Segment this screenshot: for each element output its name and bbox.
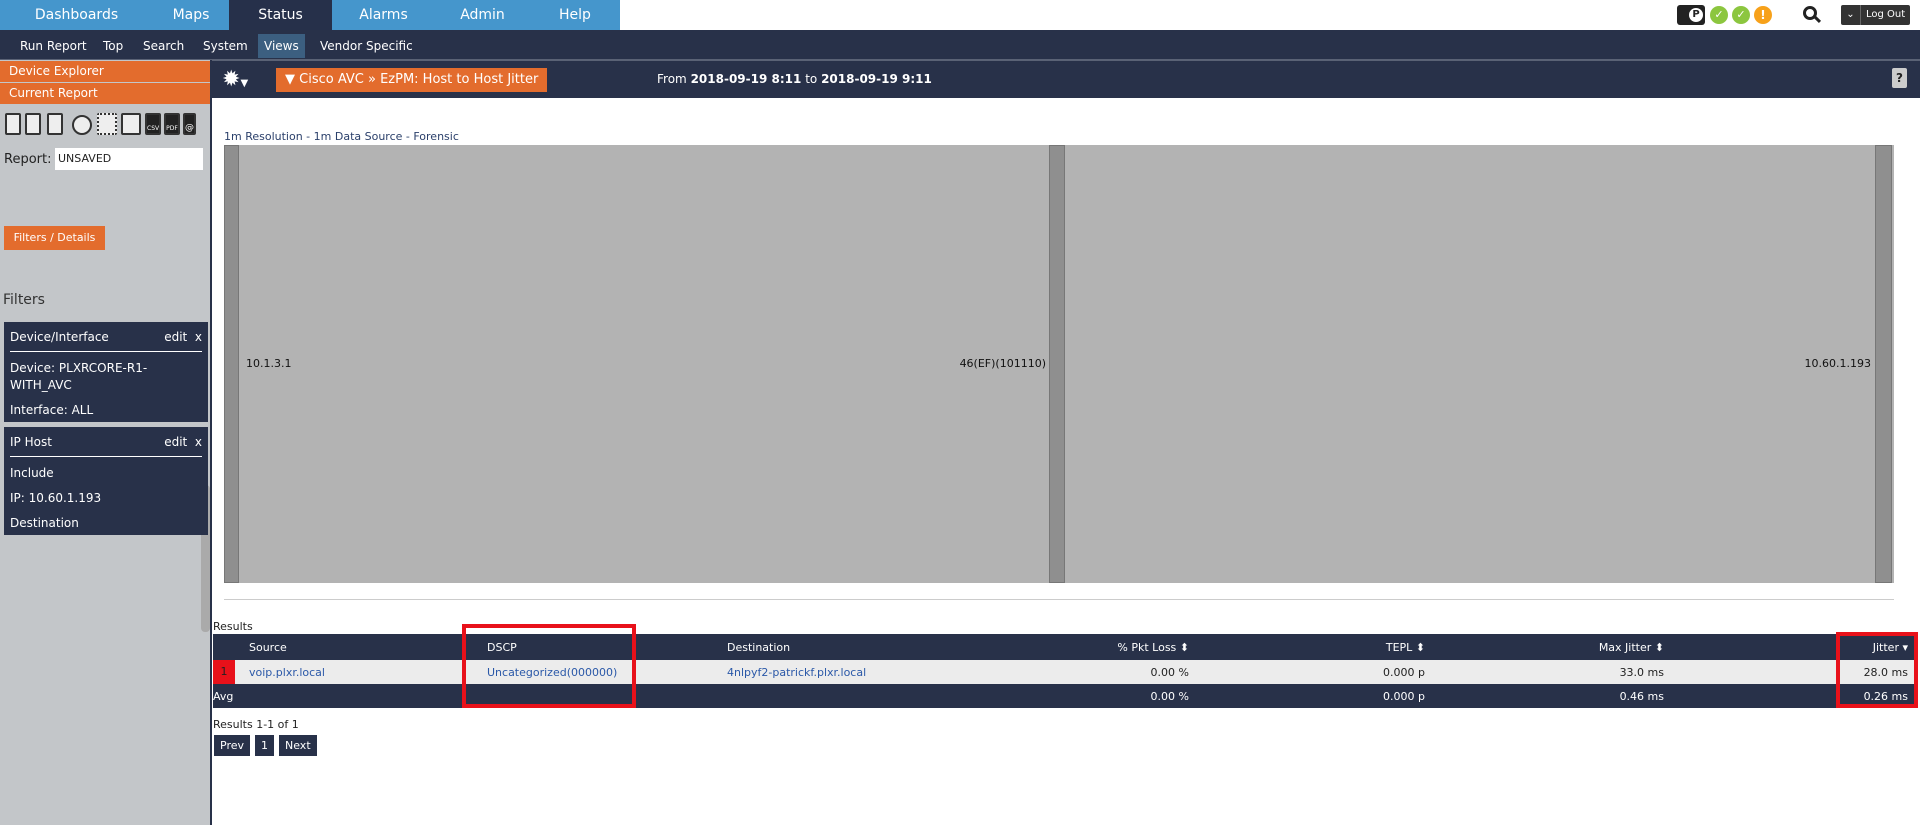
remove-filter-button[interactable]: x xyxy=(195,435,202,449)
subnav-system[interactable]: System xyxy=(197,34,254,58)
email-icon[interactable]: @ xyxy=(183,113,196,135)
avg-pkt-loss: 0.00 % xyxy=(977,684,1197,708)
subnav-views[interactable]: Views xyxy=(258,34,305,58)
filter-line: IP: 10.60.1.193 xyxy=(10,491,102,505)
page-1-button[interactable]: 1 xyxy=(255,735,274,756)
destination-node-bar[interactable] xyxy=(1875,145,1892,583)
avg-max-jitter: 0.46 ms xyxy=(1433,684,1672,708)
jitter-highlight-box xyxy=(1836,632,1918,708)
edit-filter-link[interactable]: edit xyxy=(164,330,187,344)
filter-line: Include xyxy=(10,466,54,480)
chevron-down-icon: ⌄ xyxy=(1841,5,1861,25)
check-status-icon[interactable]: ✓ xyxy=(1710,6,1728,24)
device-explorer-link[interactable]: Device Explorer xyxy=(0,61,210,82)
divider xyxy=(224,599,1894,600)
clock-icon[interactable] xyxy=(72,115,92,135)
layout-icon[interactable] xyxy=(97,113,117,135)
print-icon[interactable] xyxy=(121,113,141,135)
tab-dashboards[interactable]: Dashboards xyxy=(0,0,153,30)
report-header: ✹▼ ▼ Cisco AVC » EzPM: Host to Host Jitt… xyxy=(212,60,1920,98)
tepl-value: 0.000 p xyxy=(1197,660,1433,684)
check-status-icon[interactable]: ✓ xyxy=(1732,6,1750,24)
destination-link[interactable]: 4nlpyf2-patrickf.plxr.local xyxy=(727,660,977,684)
tab-help[interactable]: Help xyxy=(530,0,620,30)
sub-nav: Run Report Top Search System Views Vendo… xyxy=(0,30,1920,60)
next-page-button[interactable]: Next xyxy=(279,735,317,756)
top-nav: Dashboards Maps Status Alarms Admin Help… xyxy=(0,0,1920,30)
filter-device-interface: Device/Interface edit x Device: PLXRCORE-… xyxy=(4,322,208,422)
current-report-link[interactable]: Current Report xyxy=(0,83,210,104)
dscp-node-bar[interactable] xyxy=(1049,145,1065,583)
results-label: Results xyxy=(213,620,253,633)
tab-alarms[interactable]: Alarms xyxy=(332,0,435,30)
row-index: 1 xyxy=(213,660,235,684)
report-name-input[interactable]: UNSAVED xyxy=(55,148,203,170)
report-label: Report: xyxy=(4,152,52,167)
avg-tepl: 0.000 p xyxy=(1197,684,1433,708)
filter-title: IP Host xyxy=(10,435,52,449)
dscp-highlight-box xyxy=(462,624,636,708)
filter-ip-host: IP Host edit x Include IP: 10.60.1.193 De… xyxy=(4,427,208,535)
time-range[interactable]: From 2018-09-19 8:11 to 2018-09-19 9:11 xyxy=(657,72,932,86)
sidebar: Device Explorer Current Report CSV PDF @… xyxy=(0,60,212,825)
tab-status[interactable]: Status xyxy=(229,0,332,30)
subnav-top[interactable]: Top xyxy=(97,34,129,58)
col-destination[interactable]: Destination xyxy=(727,634,977,660)
subnav-run-report[interactable]: Run Report xyxy=(14,34,93,58)
filter-line: Device: PLXRCORE-R1-WITH_AVC xyxy=(10,361,148,392)
filter-line: Destination xyxy=(10,516,79,530)
source-node-bar[interactable] xyxy=(224,145,239,583)
pkt-loss-value: 0.00 % xyxy=(977,660,1197,684)
col-source[interactable]: Source xyxy=(249,634,487,660)
trash-icon[interactable] xyxy=(5,113,21,135)
save-as-icon[interactable] xyxy=(47,113,63,135)
poller-status-icon[interactable]: P xyxy=(1677,5,1705,25)
chart-subtitle: 1m Resolution - 1m Data Source - Forensi… xyxy=(224,130,459,143)
filters-heading: Filters xyxy=(3,292,45,308)
subnav-vendor-specific[interactable]: Vendor Specific xyxy=(314,34,419,58)
source-node-label: 10.1.3.1 xyxy=(246,357,292,370)
report-title-dropdown[interactable]: ▼ Cisco AVC » EzPM: Host to Host Jitter xyxy=(276,68,548,92)
source-link[interactable]: voip.plxr.local xyxy=(249,660,487,684)
prev-page-button[interactable]: Prev xyxy=(214,735,250,756)
col-max-jitter[interactable]: Max Jitter ⬍ xyxy=(1433,634,1672,660)
logout-button[interactable]: ⌄ Log Out xyxy=(1841,5,1910,25)
col-tepl[interactable]: TEPL ⬍ xyxy=(1197,634,1433,660)
filters-details-button[interactable]: Filters / Details xyxy=(4,226,105,250)
save-icon[interactable] xyxy=(25,113,41,135)
flow-diagram: 10.1.3.1 46(EF)(101110) 10.60.1.193 xyxy=(224,145,1894,583)
tab-maps[interactable]: Maps xyxy=(153,0,229,30)
help-icon[interactable]: ? xyxy=(1892,68,1907,88)
tab-admin[interactable]: Admin xyxy=(435,0,530,30)
edit-filter-link[interactable]: edit xyxy=(164,435,187,449)
remove-filter-button[interactable]: x xyxy=(195,330,202,344)
pdf-icon[interactable]: PDF xyxy=(164,113,180,135)
subnav-search[interactable]: Search xyxy=(137,34,190,58)
max-jitter-value: 33.0 ms xyxy=(1433,660,1672,684)
destination-node-label: 10.60.1.193 xyxy=(1804,357,1871,370)
warning-status-icon[interactable]: ! xyxy=(1754,6,1772,24)
col-pkt-loss[interactable]: % Pkt Loss ⬍ xyxy=(977,634,1197,660)
search-icon-handle xyxy=(1813,15,1822,24)
filter-line: Interface: ALL xyxy=(10,403,94,417)
filter-title: Device/Interface xyxy=(10,330,109,344)
results-summary: Results 1-1 of 1 xyxy=(213,718,299,731)
gear-menu-icon[interactable]: ✹▼ xyxy=(222,67,248,92)
csv-icon[interactable]: CSV xyxy=(145,113,161,135)
dscp-node-label: 46(EF)(101110) xyxy=(959,357,1046,370)
